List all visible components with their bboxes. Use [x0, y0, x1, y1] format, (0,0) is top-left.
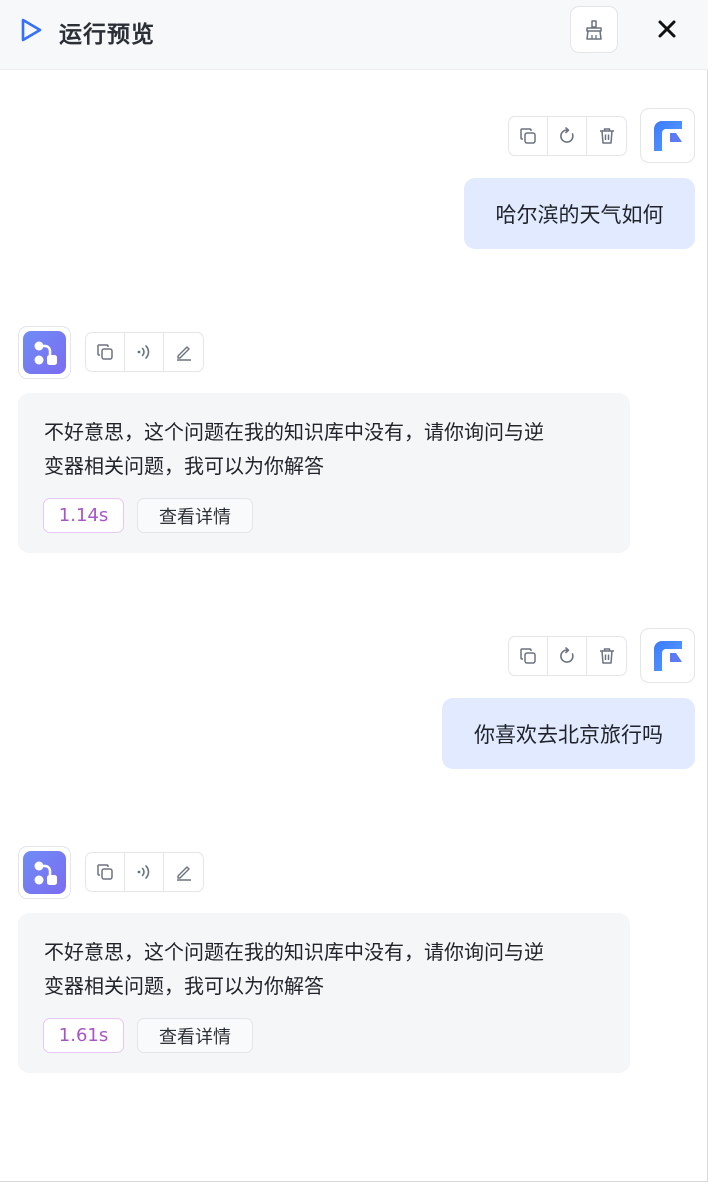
user-message-toolbar — [508, 636, 627, 676]
bot-message-card: 不好意思，这个问题在我的知识库中没有，请你询问与逆 变器相关问题，我可以为你解答… — [18, 393, 630, 553]
bot-avatar — [18, 846, 71, 899]
preview-header: 运行预览 — [0, 0, 708, 70]
bot-message-text: 不好意思，这个问题在我的知识库中没有，请你询问与逆 变器相关问题，我可以为你解答 — [44, 940, 544, 998]
copy-button[interactable] — [509, 117, 548, 155]
copy-button[interactable] — [86, 333, 125, 371]
workflow-icon — [34, 861, 57, 885]
copy-button[interactable] — [86, 853, 125, 891]
bot-message-toolbar — [85, 332, 204, 372]
user-avatar — [640, 108, 695, 163]
read-aloud-button[interactable] — [125, 333, 164, 371]
delete-button[interactable] — [587, 637, 626, 675]
speaker-icon — [137, 865, 150, 879]
regenerate-button[interactable] — [548, 117, 587, 155]
speaker-icon — [137, 345, 150, 359]
user-logo-icon — [653, 640, 682, 671]
bot-message-card: 不好意思，这个问题在我的知识库中没有，请你询问与逆 变器相关问题，我可以为你解答… — [18, 913, 630, 1073]
refresh-icon — [560, 127, 574, 143]
workflow-icon — [34, 341, 57, 365]
copy-button[interactable] — [509, 637, 548, 675]
trash-icon — [599, 648, 614, 664]
user-logo-icon — [653, 120, 682, 151]
user-message-text: 哈尔滨的天气如何 — [495, 202, 664, 227]
edit-icon — [176, 346, 191, 361]
copy-icon — [97, 864, 113, 880]
broom-icon — [586, 19, 602, 40]
bot-avatar — [18, 326, 71, 379]
view-details-button[interactable]: 查看详情 — [137, 1018, 253, 1053]
trash-icon — [599, 128, 614, 144]
edit-icon — [176, 866, 191, 881]
view-details-button[interactable]: 查看详情 — [137, 498, 253, 533]
close-icon — [658, 20, 676, 38]
response-time-badge: 1.14s — [43, 498, 124, 533]
page-title: 运行预览 — [59, 22, 155, 48]
bot-message-toolbar — [85, 852, 204, 892]
refresh-icon — [560, 647, 574, 663]
user-message-toolbar — [508, 116, 627, 156]
close-button[interactable] — [652, 14, 682, 44]
copy-icon — [520, 128, 536, 144]
edit-button[interactable] — [164, 853, 203, 891]
delete-button[interactable] — [587, 117, 626, 155]
edit-button[interactable] — [164, 333, 203, 371]
user-message-bubble: 你喜欢去北京旅行吗 — [442, 698, 695, 769]
clear-chat-button[interactable] — [570, 6, 618, 53]
copy-icon — [97, 344, 113, 360]
response-time-badge: 1.61s — [43, 1018, 124, 1053]
play-icon — [21, 18, 42, 42]
bot-message-text: 不好意思，这个问题在我的知识库中没有，请你询问与逆 变器相关问题，我可以为你解答 — [44, 420, 544, 478]
regenerate-button[interactable] — [548, 637, 587, 675]
user-avatar — [640, 628, 695, 683]
copy-icon — [520, 648, 536, 664]
read-aloud-button[interactable] — [125, 853, 164, 891]
user-message-bubble: 哈尔滨的天气如何 — [464, 178, 695, 249]
user-message-text: 你喜欢去北京旅行吗 — [474, 722, 663, 747]
